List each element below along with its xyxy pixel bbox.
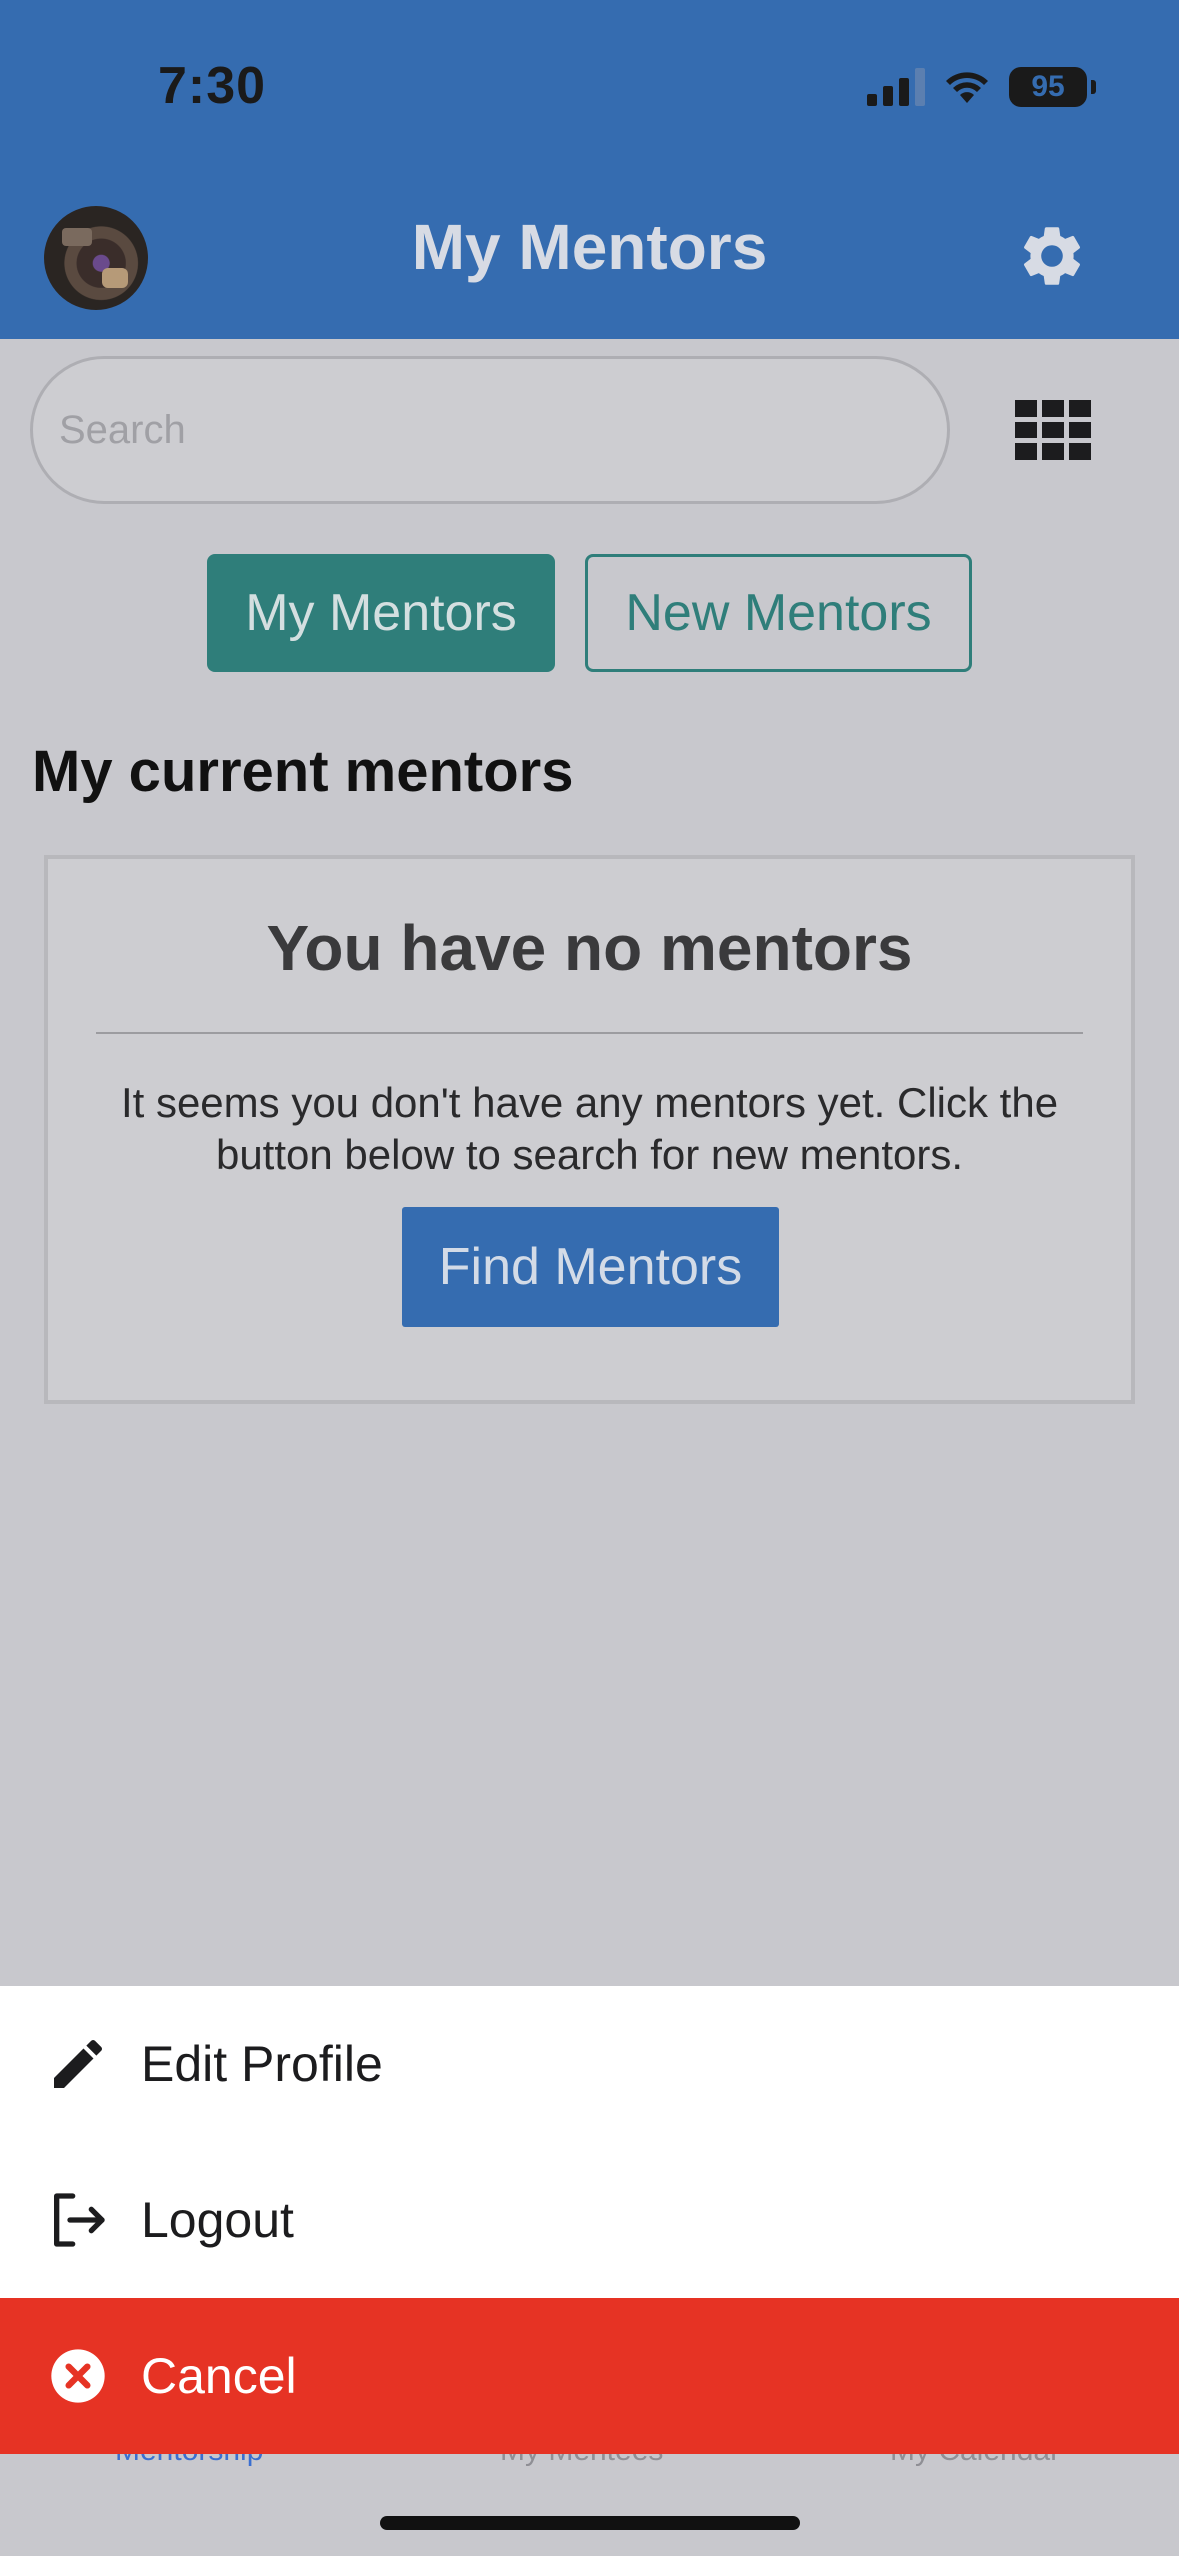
find-mentors-button[interactable]: Find Mentors: [402, 1207, 779, 1327]
tab-new-mentors[interactable]: New Mentors: [585, 554, 972, 672]
tab-my-mentors[interactable]: My Mentors: [207, 554, 555, 672]
battery-icon: 95: [1009, 67, 1096, 107]
app-header: 7:30 95 My Mentors: [0, 0, 1179, 339]
cancel-button[interactable]: Cancel: [0, 2298, 1179, 2454]
page-title: My Mentors: [411, 211, 768, 283]
grid-view-icon[interactable]: [1015, 400, 1091, 460]
cellular-signal-icon: [867, 68, 925, 106]
status-icons: 95: [867, 62, 1096, 112]
cancel-label: Cancel: [141, 2348, 297, 2404]
home-indicator: [380, 2516, 800, 2530]
logout-icon: [54, 2193, 105, 2247]
pencil-icon: [54, 2039, 103, 2088]
empty-state-message: It seems you don't have any mentors yet.…: [120, 1079, 1059, 1178]
status-time: 7:30: [158, 57, 267, 115]
empty-state-card: You have no mentors It seems you don't h…: [44, 855, 1135, 1404]
logout-button[interactable]: Logout: [0, 2142, 1179, 2298]
search-input[interactable]: [33, 359, 947, 501]
close-circle-icon: [51, 2349, 105, 2403]
search-bar[interactable]: [30, 356, 950, 504]
divider: [96, 1032, 1083, 1034]
logout-label: Logout: [141, 2192, 294, 2248]
edit-profile-label: Edit Profile: [141, 2036, 383, 2092]
wifi-icon: [946, 72, 988, 103]
empty-state-title: You have no mentors: [266, 912, 913, 984]
action-sheet: Edit Profile Logout Cancel: [0, 1986, 1179, 2454]
gear-icon[interactable]: [1016, 220, 1088, 292]
edit-profile-button[interactable]: Edit Profile: [0, 1986, 1179, 2142]
section-title: My current mentors: [32, 739, 574, 804]
